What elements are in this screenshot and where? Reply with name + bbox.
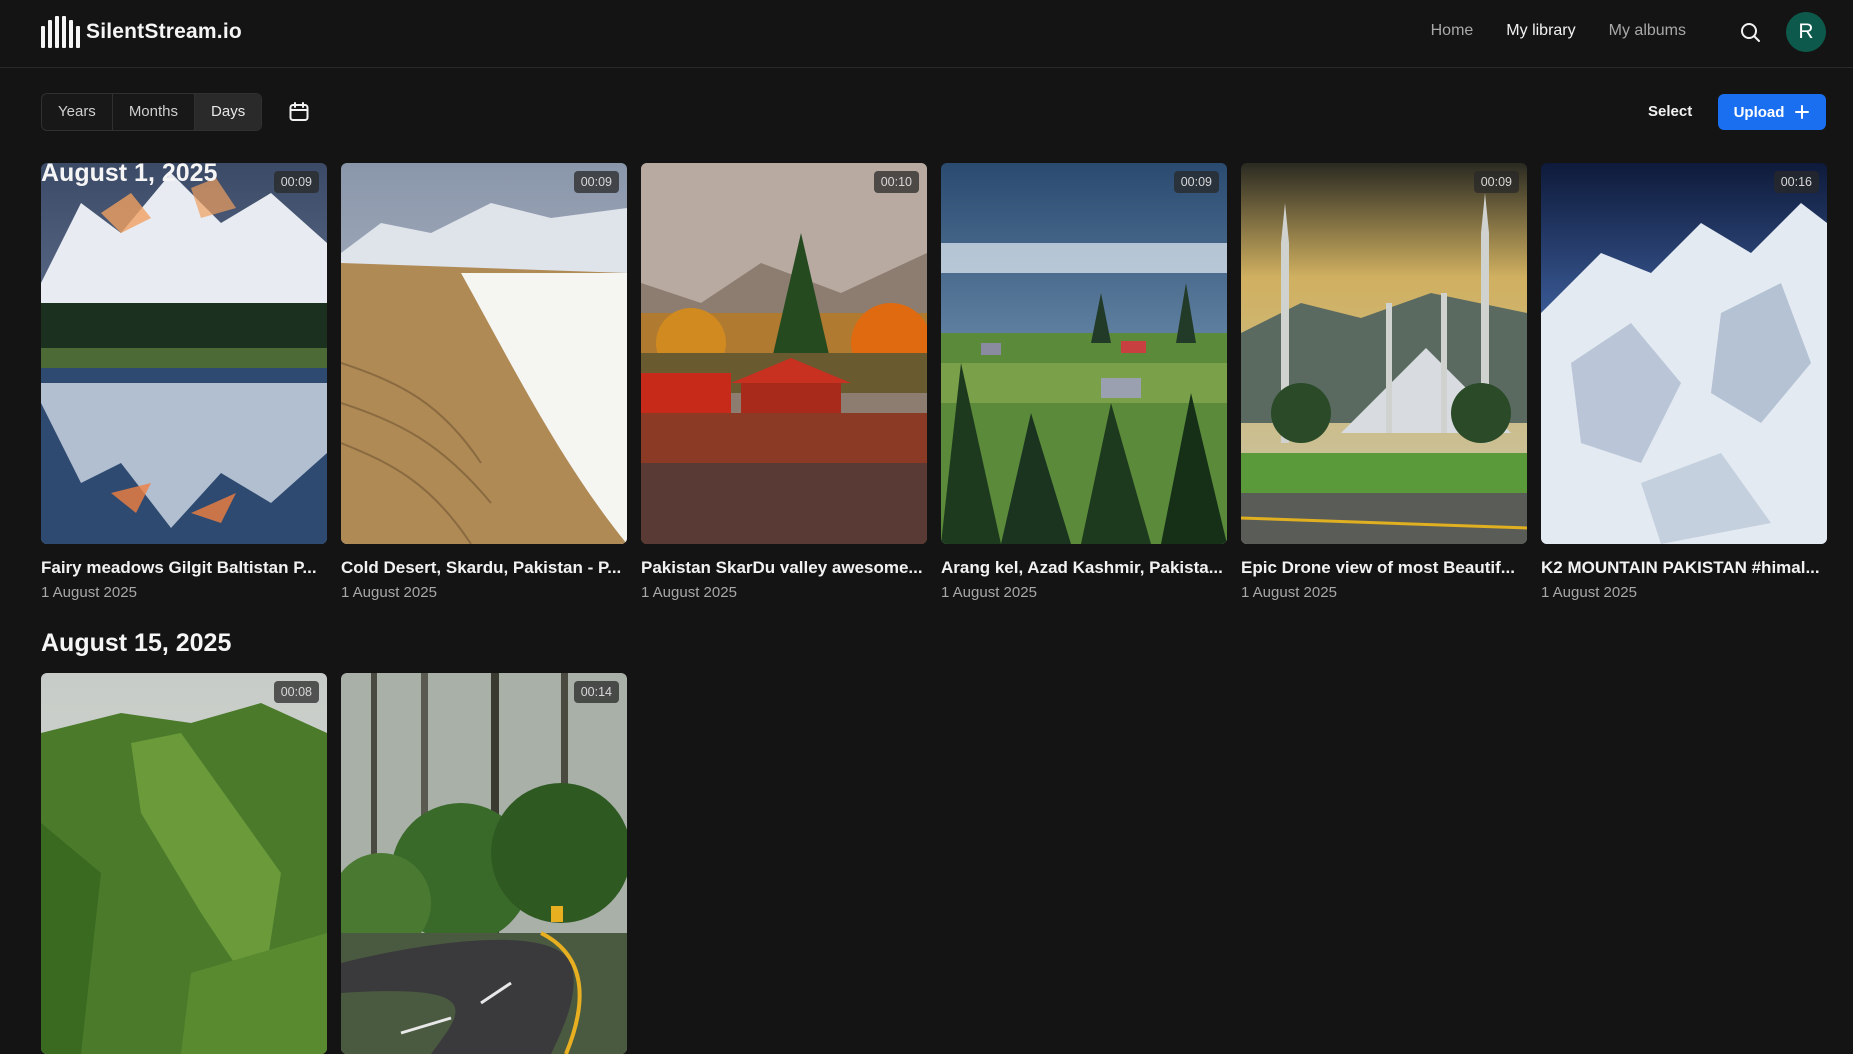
video-card[interactable]: 00:14 (341, 673, 627, 1054)
video-card[interactable]: 00:10 Pakistan SkarDu valley awesome... … (641, 163, 927, 601)
video-title[interactable]: Arang kel, Azad Kashmir, Pakista... (941, 558, 1227, 578)
video-duration: 00:09 (573, 171, 619, 193)
nav-my-albums[interactable]: My albums (1609, 22, 1686, 40)
nav-my-library[interactable]: My library (1506, 22, 1575, 40)
video-card[interactable]: 00:09 Epic Drone view of most Beautif...… (1241, 163, 1527, 601)
avatar[interactable]: R (1786, 12, 1826, 52)
video-title[interactable]: Pakistan SkarDu valley awesome... (641, 558, 927, 578)
upload-button[interactable]: Upload (1718, 94, 1826, 130)
upload-label: Upload (1733, 103, 1785, 121)
video-thumbnail[interactable]: 00:09 (341, 163, 627, 544)
video-duration: 00:09 (1173, 171, 1219, 193)
video-date: 1 August 2025 (641, 584, 737, 601)
app-logo[interactable]: SilentStream.io (41, 16, 242, 48)
section-title: August 1, 2025 (41, 159, 218, 187)
video-card[interactable]: 00:16 K2 MOUNTAIN PAKISTAN #himal... 1 A… (1541, 163, 1827, 601)
video-thumbnail[interactable]: 00:08 (41, 673, 327, 1054)
app-name: SilentStream.io (86, 20, 242, 43)
video-title[interactable]: K2 MOUNTAIN PAKISTAN #himal... (1541, 558, 1827, 578)
video-date: 1 August 2025 (341, 584, 437, 601)
logo-bars-icon (41, 16, 80, 48)
top-bar: SilentStream.io Home My library My album… (0, 0, 1853, 68)
view-months[interactable]: Months (113, 94, 196, 130)
video-thumbnail[interactable]: 00:09 (941, 163, 1227, 544)
video-date: 1 August 2025 (941, 584, 1037, 601)
select-button[interactable]: Select (1648, 103, 1692, 120)
video-card[interactable]: 00:09 Fairy meadows Gilgit Baltistan P..… (41, 163, 327, 601)
video-duration: 00:10 (873, 171, 919, 193)
video-duration: 00:09 (273, 171, 319, 193)
video-card[interactable]: 00:08 (41, 673, 327, 1054)
plus-icon (1795, 105, 1810, 119)
video-duration: 00:16 (1773, 171, 1819, 193)
video-thumbnail[interactable]: 00:09 (1241, 163, 1527, 544)
video-card[interactable]: 00:09 Arang kel, Azad Kashmir, Pakista..… (941, 163, 1227, 601)
view-days[interactable]: Days (195, 94, 262, 130)
video-date: 1 August 2025 (1241, 584, 1337, 601)
search-icon[interactable] (1738, 20, 1762, 44)
video-date: 1 August 2025 (41, 584, 137, 601)
view-toggle: Years Months Days (41, 93, 263, 131)
video-duration: 00:08 (273, 681, 319, 703)
video-title[interactable]: Fairy meadows Gilgit Baltistan P... (41, 558, 327, 578)
main-nav: Home My library My albums (1431, 22, 1686, 40)
video-duration: 00:14 (573, 681, 619, 703)
section-title: August 15, 2025 (41, 629, 232, 657)
view-years[interactable]: Years (42, 94, 113, 130)
calendar-icon[interactable] (287, 100, 311, 124)
nav-home[interactable]: Home (1431, 22, 1474, 40)
video-thumbnail[interactable]: 00:10 (641, 163, 927, 544)
video-thumbnail[interactable]: 00:14 (341, 673, 627, 1054)
video-card[interactable]: 00:09 Cold Desert, Skardu, Pakistan - P.… (341, 163, 627, 601)
video-thumbnail[interactable]: 00:16 (1541, 163, 1827, 544)
video-title[interactable]: Epic Drone view of most Beautif... (1241, 558, 1527, 578)
video-duration: 00:09 (1473, 171, 1519, 193)
video-thumbnail[interactable]: 00:09 (41, 163, 327, 544)
video-date: 1 August 2025 (1541, 584, 1637, 601)
video-title[interactable]: Cold Desert, Skardu, Pakistan - P... (341, 558, 627, 578)
